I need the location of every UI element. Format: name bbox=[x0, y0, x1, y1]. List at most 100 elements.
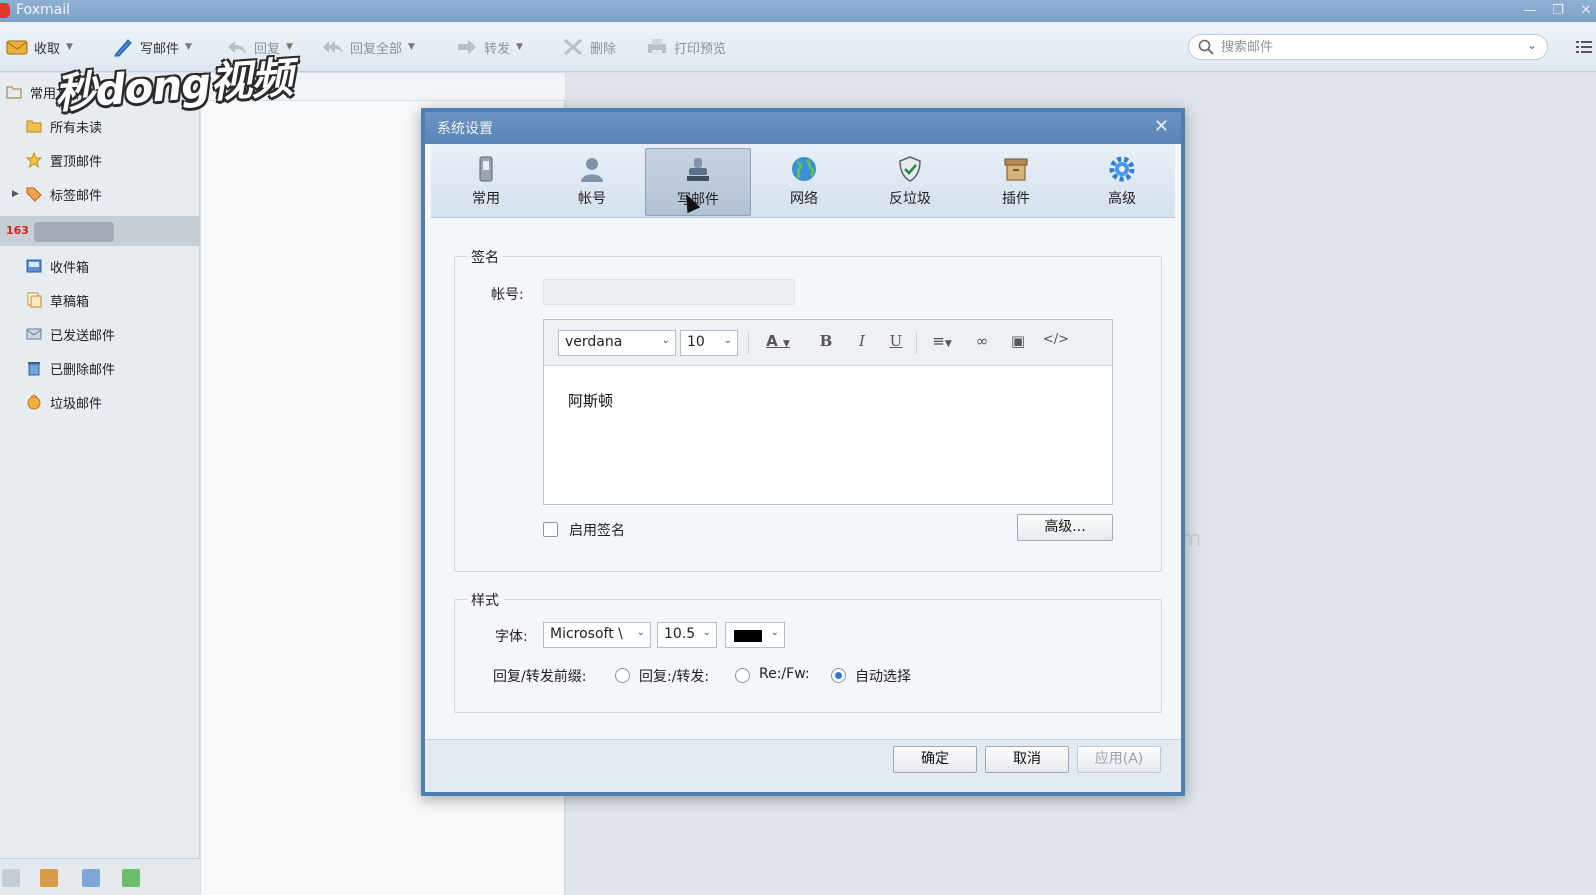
style-font-color-select[interactable]: ⌄ bbox=[725, 622, 785, 648]
settings-tab-bar: 常用 帐号 写邮件 网络 反垃圾 插件 高级 bbox=[431, 144, 1175, 218]
tab-plugins[interactable]: 插件 bbox=[963, 148, 1069, 216]
sidebar-bottom-bar bbox=[0, 858, 200, 895]
tab-label: 插件 bbox=[1002, 191, 1030, 207]
maximize-button[interactable]: ❐ bbox=[1546, 2, 1570, 20]
enable-signature-label: 启用签名 bbox=[569, 523, 625, 539]
chevron-down-icon[interactable]: ▼ bbox=[66, 42, 73, 52]
app-title: Foxmail bbox=[16, 2, 70, 18]
sidebar-item-sent[interactable]: 已发送邮件 bbox=[0, 319, 200, 349]
cancel-button[interactable]: 取消 bbox=[985, 746, 1069, 773]
ok-button[interactable]: 确定 bbox=[893, 746, 977, 773]
tab-antispam[interactable]: 反垃圾 bbox=[857, 148, 963, 216]
prefix-radio-chinese[interactable] bbox=[615, 668, 630, 683]
envelope-icon bbox=[6, 40, 28, 55]
sent-icon bbox=[26, 328, 42, 340]
tab-label: 反垃圾 bbox=[889, 191, 931, 207]
html-source-icon[interactable]: </> bbox=[1042, 332, 1070, 354]
style-font-family-value: Microsoft \ bbox=[550, 626, 623, 642]
align-icon[interactable]: ≡▼ bbox=[926, 332, 958, 354]
font-size-value: 10 bbox=[687, 334, 705, 350]
reply-all-icon bbox=[323, 41, 343, 54]
toolbar-divider bbox=[916, 332, 917, 354]
calendar-icon[interactable] bbox=[82, 869, 100, 887]
sidebar-account-163[interactable]: 163 bbox=[0, 216, 200, 246]
chevron-down-icon[interactable]: ▼ bbox=[408, 42, 415, 52]
font-color-icon[interactable]: A ▼ bbox=[762, 332, 794, 354]
tab-network[interactable]: 网络 bbox=[751, 148, 857, 216]
sidebar-item-inbox[interactable]: 收件箱 bbox=[0, 251, 200, 281]
font-size-select[interactable]: 10 ⌄ bbox=[680, 330, 738, 356]
signature-content[interactable]: 阿斯顿 bbox=[568, 390, 613, 411]
underline-icon[interactable]: U bbox=[886, 332, 906, 354]
search-icon bbox=[1198, 39, 1214, 55]
close-icon[interactable]: ✕ bbox=[1154, 116, 1169, 137]
tab-account[interactable]: 帐号 bbox=[539, 148, 645, 216]
account-label: 帐号: bbox=[491, 287, 524, 303]
drafts-icon bbox=[27, 292, 42, 308]
prefix-label: 回复/转发前缀: bbox=[493, 669, 587, 685]
toolbar-divider bbox=[748, 332, 749, 354]
sidebar-item-tagged[interactable]: ▶ 标签邮件 bbox=[0, 179, 200, 209]
folder-sidebar: 常用文件夹 所有未读 置顶邮件 ▶ 标签邮件 163 收件箱 草稿箱 已发送邮件… bbox=[0, 73, 200, 895]
menu-icon[interactable] bbox=[1576, 40, 1592, 54]
signature-editor: verdana ⌄ 10 ⌄ A ▼ B I U ≡▼ ∞ ▣ </> 阿斯顿 bbox=[543, 319, 1113, 505]
signature-group-title: 签名 bbox=[467, 247, 503, 267]
inbox-icon bbox=[26, 259, 42, 273]
signature-advanced-button[interactable]: 高级... bbox=[1017, 514, 1113, 541]
tag-icon bbox=[26, 187, 42, 202]
font-family-select[interactable]: verdana ⌄ bbox=[558, 330, 676, 356]
reply-all-button[interactable]: 回复全部 ▼ bbox=[322, 35, 415, 59]
forward-button[interactable]: 转发 ▼ bbox=[456, 35, 523, 59]
dialog-title-bar: 系统设置 ✕ bbox=[425, 112, 1181, 144]
delete-button[interactable]: 删除 bbox=[562, 35, 616, 59]
mail-view-icon[interactable] bbox=[2, 869, 20, 887]
receive-button[interactable]: 收取 ▼ bbox=[6, 35, 73, 59]
contacts-icon[interactable] bbox=[40, 869, 58, 887]
close-window-button[interactable]: ✕ bbox=[1574, 2, 1596, 20]
sidebar-item-deleted[interactable]: 已删除邮件 bbox=[0, 353, 200, 383]
account-select[interactable] bbox=[543, 279, 795, 305]
print-preview-button[interactable]: 打印预览 bbox=[646, 35, 726, 59]
chevron-down-icon: ⌄ bbox=[723, 335, 732, 346]
chevron-down-icon: ⌄ bbox=[702, 627, 711, 638]
italic-icon[interactable]: I bbox=[852, 332, 872, 354]
chevron-double-down-icon[interactable]: ⌄ bbox=[1527, 38, 1537, 52]
enable-signature-checkbox[interactable] bbox=[543, 522, 558, 537]
shield-icon bbox=[899, 156, 921, 182]
delete-icon bbox=[564, 38, 582, 56]
globe-icon bbox=[792, 157, 816, 181]
notes-icon[interactable] bbox=[122, 869, 140, 887]
chevron-down-icon[interactable]: ▼ bbox=[516, 42, 523, 52]
style-group: 样式 字体: Microsoft \ ⌄ 10.5 ⌄ ⌄ 回复/转发前缀: 回… bbox=[454, 590, 1162, 713]
sidebar-item-junk[interactable]: 垃圾邮件 bbox=[0, 387, 200, 417]
sidebar-item-drafts[interactable]: 草稿箱 bbox=[0, 285, 200, 315]
dialog-title: 系统设置 bbox=[437, 121, 493, 137]
bold-icon[interactable]: B bbox=[816, 332, 836, 354]
link-icon[interactable]: ∞ bbox=[970, 332, 994, 354]
minimize-button[interactable]: — bbox=[1518, 2, 1542, 20]
tab-general[interactable]: 常用 bbox=[433, 148, 539, 216]
prefix-radio-re-fw[interactable] bbox=[735, 668, 750, 683]
image-icon[interactable]: ▣ bbox=[1006, 332, 1030, 354]
blurred-account-name bbox=[34, 222, 114, 242]
style-font-size-select[interactable]: 10.5 ⌄ bbox=[657, 622, 717, 648]
folder-icon bbox=[6, 86, 22, 99]
user-icon bbox=[581, 158, 603, 182]
prefix-radio-auto[interactable] bbox=[831, 668, 846, 683]
system-settings-dialog: 系统设置 ✕ 常用 帐号 写邮件 网络 反垃圾 插件 高级 签名 帐号: ver… bbox=[421, 108, 1185, 796]
forward-label: 转发 bbox=[484, 41, 511, 57]
prefix-option-label: 回复:/转发: bbox=[639, 669, 710, 685]
font-label: 字体: bbox=[495, 629, 528, 645]
tab-advanced[interactable]: 高级 bbox=[1069, 148, 1175, 216]
search-input[interactable] bbox=[1221, 38, 1501, 56]
expand-arrow-icon[interactable]: ▶ bbox=[12, 189, 19, 199]
font-family-value: verdana bbox=[565, 334, 623, 350]
style-font-family-select[interactable]: Microsoft \ ⌄ bbox=[543, 622, 651, 648]
apply-button[interactable]: 应用(A) bbox=[1077, 746, 1161, 773]
sidebar-item-label: 置顶邮件 bbox=[50, 154, 103, 170]
sidebar-item-label: 草稿箱 bbox=[50, 294, 90, 310]
sidebar-item-pinned[interactable]: 置顶邮件 bbox=[0, 145, 200, 175]
receive-label: 收取 bbox=[34, 41, 61, 57]
stamp-icon bbox=[687, 158, 709, 181]
search-box[interactable]: ⌄ bbox=[1188, 34, 1548, 60]
